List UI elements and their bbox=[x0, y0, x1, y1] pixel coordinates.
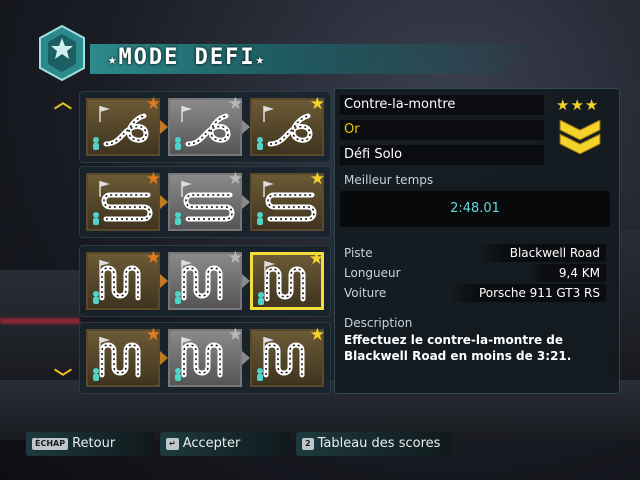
back-button[interactable]: ÉCHAP Retour bbox=[26, 432, 154, 456]
key-2-icon: 2 bbox=[302, 437, 314, 450]
event-type-field: Contre-la-montre bbox=[340, 95, 544, 115]
challenge-tile-gold[interactable]: ★ bbox=[250, 169, 325, 231]
gold-medal-icon: ★ bbox=[309, 94, 325, 114]
accept-button[interactable]: ↵ Accepter bbox=[160, 432, 290, 456]
silver-medal-icon: ★ bbox=[227, 169, 243, 189]
progress-arrow-icon bbox=[242, 274, 250, 288]
car-label: Voiture bbox=[344, 286, 387, 300]
track-row: Piste Blackwell Road bbox=[340, 244, 610, 262]
enter-key-icon: ↵ bbox=[166, 437, 179, 450]
challenge-row: ★ ★ ★ bbox=[79, 166, 331, 238]
title-star-icon: ★ bbox=[255, 52, 267, 68]
challenge-tile-bronze[interactable]: ★ bbox=[86, 248, 161, 310]
track-value: Blackwell Road bbox=[479, 244, 606, 262]
leaderboard-button[interactable]: 2 Tableau des scores bbox=[296, 432, 452, 456]
silver-medal-icon: ★ bbox=[227, 248, 243, 268]
leaderboard-label: Tableau des scores bbox=[317, 436, 441, 451]
silver-medal-icon: ★ bbox=[227, 94, 243, 114]
challenge-tile-silver[interactable]: ★ bbox=[168, 94, 243, 156]
challenge-tile-bronze[interactable]: ★ bbox=[86, 94, 161, 156]
background-neon-sign bbox=[0, 318, 80, 324]
scroll-up-arrow[interactable]: ︿ bbox=[54, 88, 72, 114]
page-title: ★MODE DEFI★ bbox=[108, 45, 266, 70]
tier-stars-icon: ★★★ bbox=[556, 96, 600, 114]
progress-arrow-icon bbox=[160, 274, 168, 288]
progress-arrow-icon bbox=[242, 120, 250, 134]
silver-medal-icon: ★ bbox=[227, 325, 243, 345]
progress-arrow-icon bbox=[160, 351, 168, 365]
escape-key-icon: ÉCHAP bbox=[32, 437, 69, 450]
description-label: Description bbox=[344, 316, 413, 330]
gold-medal-icon: ★ bbox=[309, 169, 325, 189]
bronze-medal-icon: ★ bbox=[145, 94, 161, 114]
challenge-tile-bronze[interactable]: ★ bbox=[86, 325, 161, 387]
challenge-tile-gold[interactable]: ★ bbox=[250, 249, 324, 310]
bronze-medal-icon: ★ bbox=[145, 169, 161, 189]
progress-arrow-icon bbox=[242, 351, 250, 365]
page-title-text: MODE DEFI bbox=[118, 45, 256, 70]
progress-arrow-icon bbox=[160, 195, 168, 209]
back-label: Retour bbox=[72, 436, 116, 451]
length-value: 9,4 KM bbox=[528, 264, 606, 282]
description-text: Effectuez le contre-la-montre de Blackwe… bbox=[344, 333, 572, 363]
challenge-tile-gold[interactable]: ★ bbox=[250, 325, 325, 387]
challenge-row: ★ ★ ★ bbox=[79, 91, 331, 163]
progress-arrow-icon bbox=[160, 120, 168, 134]
best-time-label: Meilleur temps bbox=[344, 173, 434, 187]
challenge-tile-silver[interactable]: ★ bbox=[168, 248, 243, 310]
rank-chevrons-icon bbox=[559, 119, 601, 155]
challenge-row: ★ ★ ★ bbox=[79, 322, 331, 394]
bronze-medal-icon: ★ bbox=[145, 325, 161, 345]
challenge-tile-silver[interactable]: ★ bbox=[168, 325, 243, 387]
length-row: Longueur 9,4 KM bbox=[340, 264, 610, 282]
bronze-medal-icon: ★ bbox=[145, 248, 161, 268]
mode-field: Défi Solo bbox=[340, 145, 544, 165]
gold-medal-icon: ★ bbox=[308, 249, 324, 269]
title-star-icon: ★ bbox=[108, 52, 119, 68]
accept-label: Accepter bbox=[182, 436, 241, 451]
challenge-tile-bronze[interactable]: ★ bbox=[86, 169, 161, 231]
gold-medal-icon: ★ bbox=[309, 325, 325, 345]
length-label: Longueur bbox=[344, 266, 401, 280]
track-label: Piste bbox=[344, 246, 373, 260]
challenge-emblem-icon bbox=[39, 24, 85, 82]
car-row: Voiture Porsche 911 GT3 RS bbox=[340, 284, 610, 302]
car-value: Porsche 911 GT3 RS bbox=[448, 284, 606, 302]
scroll-down-arrow[interactable]: ﹀ bbox=[54, 364, 72, 390]
progress-arrow-icon bbox=[242, 195, 250, 209]
tier-field: Or bbox=[340, 120, 544, 140]
best-time-value: 2:48.01 bbox=[340, 191, 610, 227]
challenge-row: ★ ★ ★ bbox=[79, 245, 331, 317]
challenge-tile-silver[interactable]: ★ bbox=[168, 169, 243, 231]
challenge-tile-gold[interactable]: ★ bbox=[250, 94, 325, 156]
